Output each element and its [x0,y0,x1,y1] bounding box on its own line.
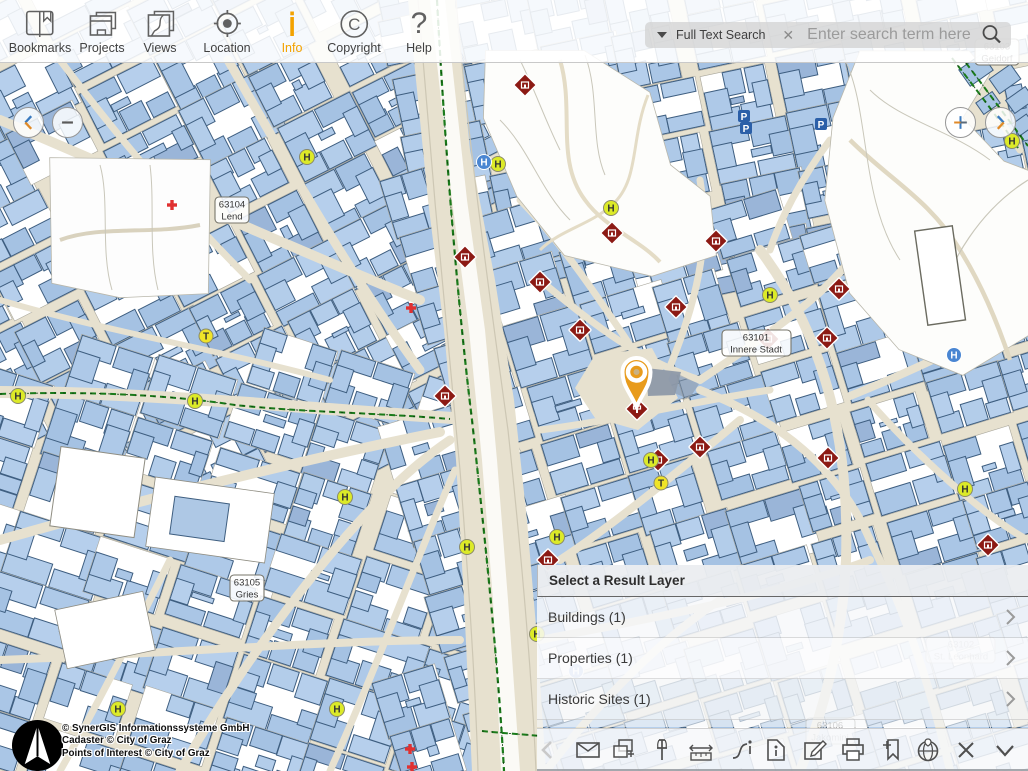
svg-text:H: H [961,485,968,496]
svg-text:H: H [333,705,340,716]
svg-text:H: H [766,291,773,302]
svg-text:H: H [14,392,21,403]
svg-text:P: P [743,124,750,135]
svg-text:H: H [494,160,501,171]
svg-text:C: C [348,15,360,34]
svg-text:H: H [480,158,487,169]
svg-text:H: H [341,493,348,504]
svg-text:Innere Stadt: Innere Stadt [730,345,782,356]
svg-text:63105: 63105 [234,578,260,589]
svg-text:H: H [303,153,310,164]
svg-text:Gries: Gries [236,590,259,601]
svg-text:H: H [191,397,198,408]
svg-text:63101: 63101 [743,333,769,344]
svg-text:H: H [114,705,121,716]
svg-text:?: ? [411,10,428,37]
svg-text:H: H [950,351,957,362]
svg-text:Lend: Lend [221,212,242,223]
svg-text:H: H [607,204,614,215]
svg-text:H: H [1008,137,1015,148]
svg-text:P: P [741,112,748,123]
svg-text:T: T [658,479,664,490]
svg-text:H: H [553,533,560,544]
svg-text:63104: 63104 [219,200,245,211]
svg-text:H: H [463,543,470,554]
svg-text:P: P [818,120,825,131]
svg-text:T: T [203,332,209,343]
svg-text:H: H [647,456,654,467]
